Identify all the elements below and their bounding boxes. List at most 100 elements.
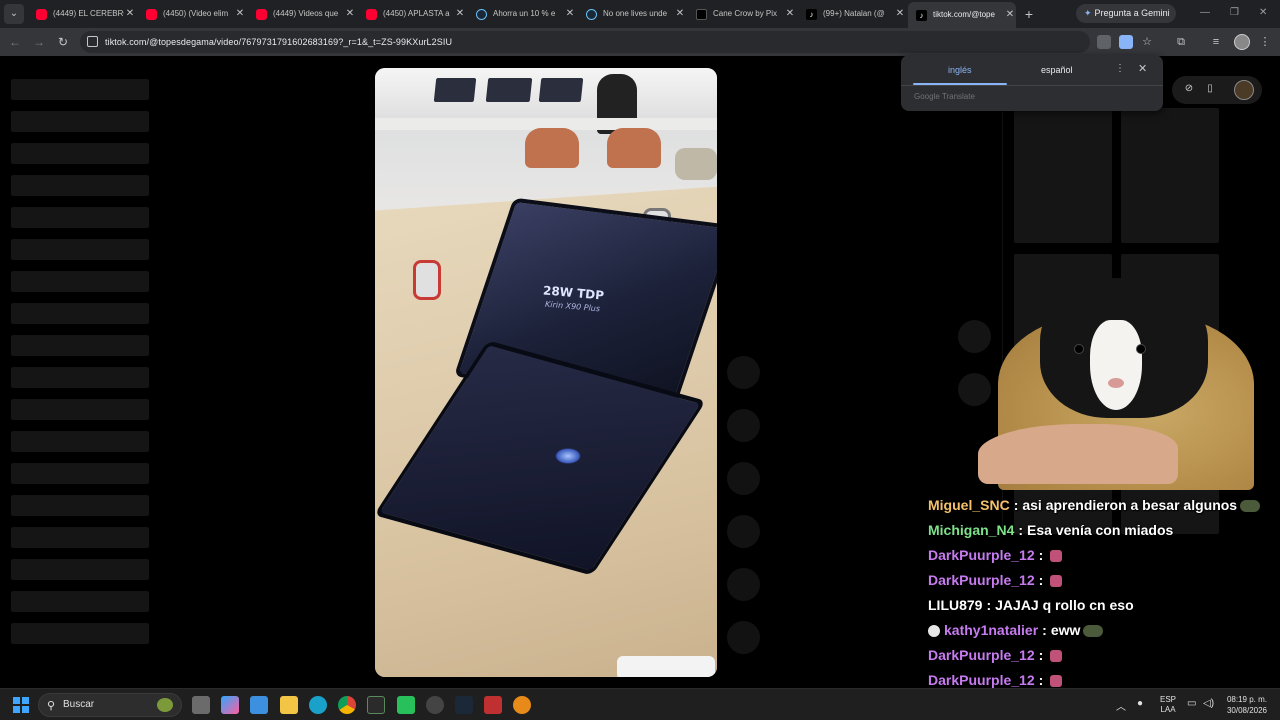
reload-button[interactable]: ↻ bbox=[55, 34, 71, 50]
sidebar-placeholder bbox=[11, 559, 149, 580]
browser-tab[interactable]: Ahorra un 10 % e ✕ bbox=[468, 4, 576, 24]
gemini-icon: ✦ bbox=[1084, 8, 1092, 18]
video-player[interactable]: 28W TDP Kirin X90 Plus bbox=[375, 68, 717, 677]
tray-overflow-icon[interactable]: ︿ bbox=[1116, 698, 1126, 713]
sound-button[interactable] bbox=[727, 621, 760, 654]
network-icon[interactable]: ▭ bbox=[1187, 698, 1196, 709]
source-language-tab[interactable]: inglés bbox=[948, 65, 972, 75]
browser-tab[interactable]: Cane Crow by Pix ✕ bbox=[688, 4, 796, 24]
tab-close-icon[interactable]: ✕ bbox=[344, 4, 356, 24]
microphone-icon[interactable]: ● bbox=[1137, 698, 1143, 709]
store-icon[interactable] bbox=[250, 696, 268, 714]
sidebar-placeholder bbox=[11, 399, 149, 420]
user-avatar[interactable] bbox=[1234, 80, 1254, 100]
tab-close-icon[interactable]: ✕ bbox=[894, 4, 906, 24]
chat-message: kathy1natalier: eww bbox=[928, 619, 1104, 641]
volume-icon[interactable]: ◁) bbox=[1203, 698, 1214, 709]
chat-separator: : bbox=[986, 597, 992, 613]
more-options-icon[interactable]: ⋮ bbox=[1115, 63, 1125, 74]
steam-icon[interactable] bbox=[455, 696, 473, 714]
sidebar-placeholder bbox=[11, 463, 149, 484]
share-button[interactable] bbox=[727, 515, 760, 548]
tab-close-icon[interactable]: ✕ bbox=[124, 4, 136, 24]
app-orange-icon[interactable] bbox=[513, 696, 531, 714]
extensions-icon[interactable]: ⧉ bbox=[1174, 35, 1188, 49]
sidebar-placeholder bbox=[11, 207, 149, 228]
close-icon[interactable]: ✕ bbox=[1138, 62, 1147, 75]
youtube-icon bbox=[366, 8, 377, 20]
site-info-icon[interactable] bbox=[87, 36, 98, 47]
sidebar-placeholder bbox=[11, 335, 149, 356]
more-actions-button[interactable] bbox=[727, 568, 760, 601]
browser-toolbar: ← → ↻ tiktok.com/@topesdegama/video/7679… bbox=[0, 28, 1280, 56]
save-button[interactable] bbox=[727, 462, 760, 495]
terminal-icon[interactable] bbox=[367, 696, 385, 714]
gemini-button[interactable]: ✦ Pregunta a Gemini bbox=[1076, 4, 1176, 23]
chrome-icon[interactable] bbox=[338, 696, 356, 714]
back-button[interactable]: ← bbox=[7, 34, 23, 50]
tab-close-icon[interactable]: ✕ bbox=[564, 4, 576, 24]
app-red-icon[interactable] bbox=[484, 696, 502, 714]
tab-close-icon[interactable]: ✕ bbox=[234, 4, 246, 24]
translate-brand: Google Translate bbox=[914, 92, 975, 101]
tab-title: No one lives unde bbox=[603, 9, 668, 18]
sidebar-placeholder bbox=[11, 143, 149, 164]
app-green-icon[interactable] bbox=[397, 696, 415, 714]
tab-close-icon[interactable]: ✕ bbox=[1004, 5, 1016, 25]
comment-button[interactable] bbox=[727, 409, 760, 442]
chat-text: asi aprendieron a besar algunos bbox=[1022, 497, 1238, 513]
task-view-icon[interactable] bbox=[192, 696, 210, 714]
target-language-tab[interactable]: español bbox=[1041, 65, 1073, 75]
clock[interactable]: 08:19 p. m. 30/08/2026 bbox=[1222, 694, 1272, 716]
bookmark-star-icon[interactable]: ☆ bbox=[1140, 35, 1154, 49]
translate-active-icon[interactable] bbox=[1119, 35, 1133, 49]
browser-tab[interactable]: ♪ (99+) Natalan (@ ✕ bbox=[798, 4, 906, 24]
video-stool bbox=[675, 148, 717, 180]
video-foreground-box bbox=[617, 656, 715, 677]
tab-search-button[interactable]: ⌄ bbox=[4, 4, 24, 24]
tab-close-icon[interactable]: ✕ bbox=[454, 4, 466, 24]
maximize-button[interactable]: ❐ bbox=[1230, 7, 1239, 18]
cat-nose bbox=[1108, 378, 1124, 388]
url-text[interactable]: tiktok.com/@topesdegama/video/7679731791… bbox=[105, 31, 452, 53]
video-laptop-glow bbox=[555, 448, 581, 464]
profile-avatar[interactable] bbox=[1234, 34, 1250, 50]
close-window-button[interactable]: ✕ bbox=[1259, 7, 1267, 18]
menu-icon[interactable]: ⋮ bbox=[1258, 35, 1272, 49]
forward-button[interactable]: → bbox=[31, 34, 47, 50]
like-button[interactable] bbox=[727, 356, 760, 389]
tab-close-icon[interactable]: ✕ bbox=[784, 4, 796, 24]
tab-title: (99+) Natalan (@ bbox=[823, 9, 885, 18]
gemini-label: Pregunta a Gemini bbox=[1094, 8, 1170, 18]
tab-title: Ahorra un 10 % e bbox=[493, 9, 556, 18]
steam-icon bbox=[476, 8, 487, 20]
windows-start-icon[interactable] bbox=[13, 697, 29, 713]
chat-message: DarkPuurple_12: bbox=[928, 644, 1063, 666]
app-circle-icon[interactable] bbox=[426, 696, 444, 714]
sidebar-placeholder bbox=[11, 495, 149, 516]
browser-tab[interactable]: No one lives unde ✕ bbox=[578, 4, 686, 24]
chat-message: Miguel_SNC: asi aprendieron a besar algun… bbox=[928, 494, 1261, 516]
taskbar-search[interactable]: ⚲ Buscar bbox=[38, 693, 182, 717]
tab-close-icon[interactable]: ✕ bbox=[674, 4, 686, 24]
compass-icon[interactable]: ⊘ bbox=[1182, 82, 1196, 96]
new-tab-button[interactable]: + bbox=[1020, 5, 1038, 23]
reading-list-icon[interactable]: ≡ bbox=[1209, 35, 1223, 49]
address-bar[interactable]: tiktok.com/@topesdegama/video/7679731791… bbox=[80, 31, 1152, 53]
browser-tab[interactable]: ♪ tiktok.com/@tope ✕ bbox=[908, 2, 1016, 28]
browser-tab[interactable]: (4449) EL CEREBRO ✕ bbox=[28, 4, 136, 24]
chat-separator: : bbox=[1042, 622, 1047, 638]
browser-tab[interactable]: (4449) Videos que ✕ bbox=[248, 4, 356, 24]
browser-tab[interactable]: (4450) APLASTA a ✕ bbox=[358, 4, 466, 24]
language-indicator[interactable]: ESP LAA bbox=[1156, 695, 1180, 715]
chat-message: DarkPuurple_12: bbox=[928, 544, 1063, 566]
translate-icon[interactable] bbox=[1097, 35, 1111, 49]
copilot-icon[interactable] bbox=[221, 696, 239, 714]
chat-text: eww bbox=[1050, 622, 1081, 638]
minimize-button[interactable]: — bbox=[1200, 7, 1210, 18]
file-explorer-icon[interactable] bbox=[280, 696, 298, 714]
edge-icon[interactable] bbox=[309, 696, 327, 714]
feed-card-placeholder bbox=[1121, 108, 1219, 243]
device-icon[interactable]: ▯ bbox=[1203, 82, 1217, 96]
browser-tab[interactable]: (4450) (Video elim ✕ bbox=[138, 4, 246, 24]
